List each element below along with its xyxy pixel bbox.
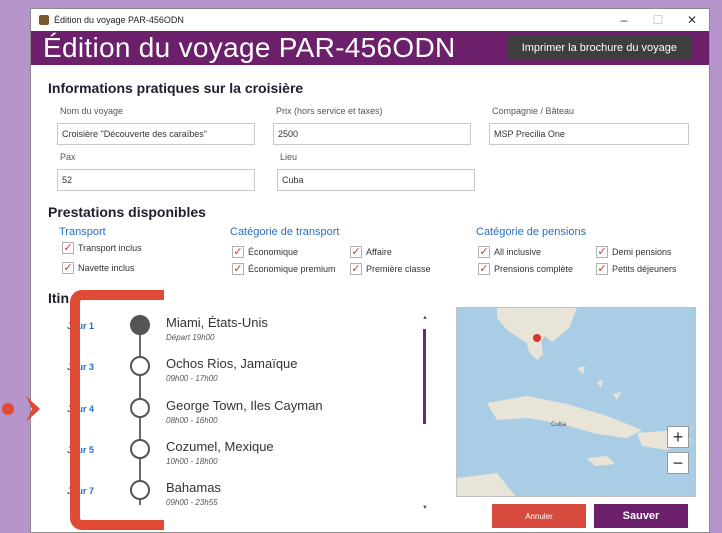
- price-field[interactable]: 2500: [273, 123, 471, 145]
- print-brochure-button[interactable]: Imprimer la brochure du voyage: [507, 36, 691, 60]
- scroll-down-icon[interactable]: ▼: [420, 505, 430, 511]
- map-label-cuba: Cuba: [551, 421, 567, 428]
- economy-checkbox[interactable]: ✓ Économique: [232, 246, 298, 258]
- maximize-button[interactable]: ☐: [641, 13, 675, 27]
- stop-time: 09h00 - 17h00: [166, 374, 218, 383]
- page-header: Édition du voyage PAR-456ODN Imprimer la…: [31, 31, 709, 65]
- check-icon: ✓: [232, 263, 244, 275]
- stop-place: Cozumel, Mexique: [166, 439, 274, 454]
- page-title: Édition du voyage PAR-456ODN: [43, 32, 456, 63]
- check-icon: ✓: [62, 242, 74, 254]
- check-icon: ✓: [478, 246, 490, 258]
- services-section-title: Prestations disponibles: [48, 204, 206, 220]
- transport-title: Transport: [59, 226, 106, 238]
- premium-economy-checkbox[interactable]: ✓ Économique premium: [232, 263, 336, 275]
- stop-time: 09h00 - 23h55: [166, 498, 218, 507]
- place-field[interactable]: Cuba: [277, 169, 475, 191]
- map-graphic: Cuba: [457, 308, 692, 496]
- itinerary-scrollbar[interactable]: ▲ ▼: [420, 315, 430, 515]
- trip-name-field[interactable]: Croisière "Découverte des caraïbes": [57, 123, 255, 145]
- itinerary-section-title: Itin: [48, 290, 69, 306]
- route-map[interactable]: Cuba + −: [456, 307, 696, 497]
- stop-time: 08h00 - 16h00: [166, 416, 218, 425]
- zoom-in-button[interactable]: +: [667, 426, 689, 448]
- check-icon: ✓: [350, 246, 362, 258]
- company-label: Compagnie / Bâteau: [492, 106, 575, 116]
- stop-place: Miami, États-Unis: [166, 315, 268, 330]
- check-icon: ✓: [62, 262, 74, 274]
- scroll-thumb[interactable]: [423, 329, 426, 424]
- stop-time: 10h00 - 18h00: [166, 457, 218, 466]
- first-class-checkbox[interactable]: ✓ Première classe: [350, 263, 431, 275]
- company-field[interactable]: MSP Precilia One: [489, 123, 689, 145]
- price-label: Prix (hors service et taxes): [276, 106, 383, 116]
- stop-time: Départ 19h00: [166, 333, 215, 342]
- stop-place: Bahamas: [166, 480, 221, 495]
- shuttle-included-checkbox[interactable]: ✓ Navette inclus: [62, 262, 135, 274]
- info-section-title: Informations pratiques sur la croisière: [48, 80, 304, 96]
- full-board-checkbox[interactable]: ✓ Prensions complète: [478, 263, 573, 275]
- window-title: Édition du voyage PAR-456ODN: [54, 15, 184, 25]
- breakfast-checkbox[interactable]: ✓ Petits déjeuners: [596, 263, 677, 275]
- annotation-bracket: [70, 290, 164, 530]
- cancel-button[interactable]: Annuler: [492, 504, 586, 528]
- place-label: Lieu: [280, 152, 298, 162]
- app-icon: [39, 15, 49, 25]
- check-icon: ✓: [232, 246, 244, 258]
- check-icon: ✓: [350, 263, 362, 275]
- scroll-up-icon[interactable]: ▲: [420, 315, 430, 321]
- half-board-checkbox[interactable]: ✓ Demi pensions: [596, 246, 672, 258]
- annotation-arrow-icon: [2, 396, 40, 422]
- window-controls: – ☐ ✕: [607, 13, 709, 27]
- minimize-button[interactable]: –: [607, 13, 641, 27]
- check-icon: ✓: [596, 246, 608, 258]
- transport-included-checkbox[interactable]: ✓ Transport inclus: [62, 242, 142, 254]
- business-checkbox[interactable]: ✓ Affaire: [350, 246, 392, 258]
- zoom-out-button[interactable]: −: [667, 452, 689, 474]
- board-category-title: Catégorie de pensions: [476, 226, 587, 238]
- title-bar: Édition du voyage PAR-456ODN – ☐ ✕: [31, 9, 709, 31]
- stop-place: Ochos Rios, Jamaïque: [166, 356, 298, 371]
- pax-label: Pax: [60, 152, 76, 162]
- trip-name-label: Nom du voyage: [60, 106, 124, 116]
- save-button[interactable]: Sauver: [594, 504, 688, 528]
- transport-category-title: Catégorie de transport: [230, 226, 340, 238]
- all-inclusive-checkbox[interactable]: ✓ All inclusive: [478, 246, 541, 258]
- map-marker-icon: [533, 334, 541, 342]
- close-button[interactable]: ✕: [675, 13, 709, 27]
- stop-place: George Town, Iles Cayman: [166, 398, 323, 413]
- check-icon: ✓: [596, 263, 608, 275]
- pax-field[interactable]: 52: [57, 169, 255, 191]
- check-icon: ✓: [478, 263, 490, 275]
